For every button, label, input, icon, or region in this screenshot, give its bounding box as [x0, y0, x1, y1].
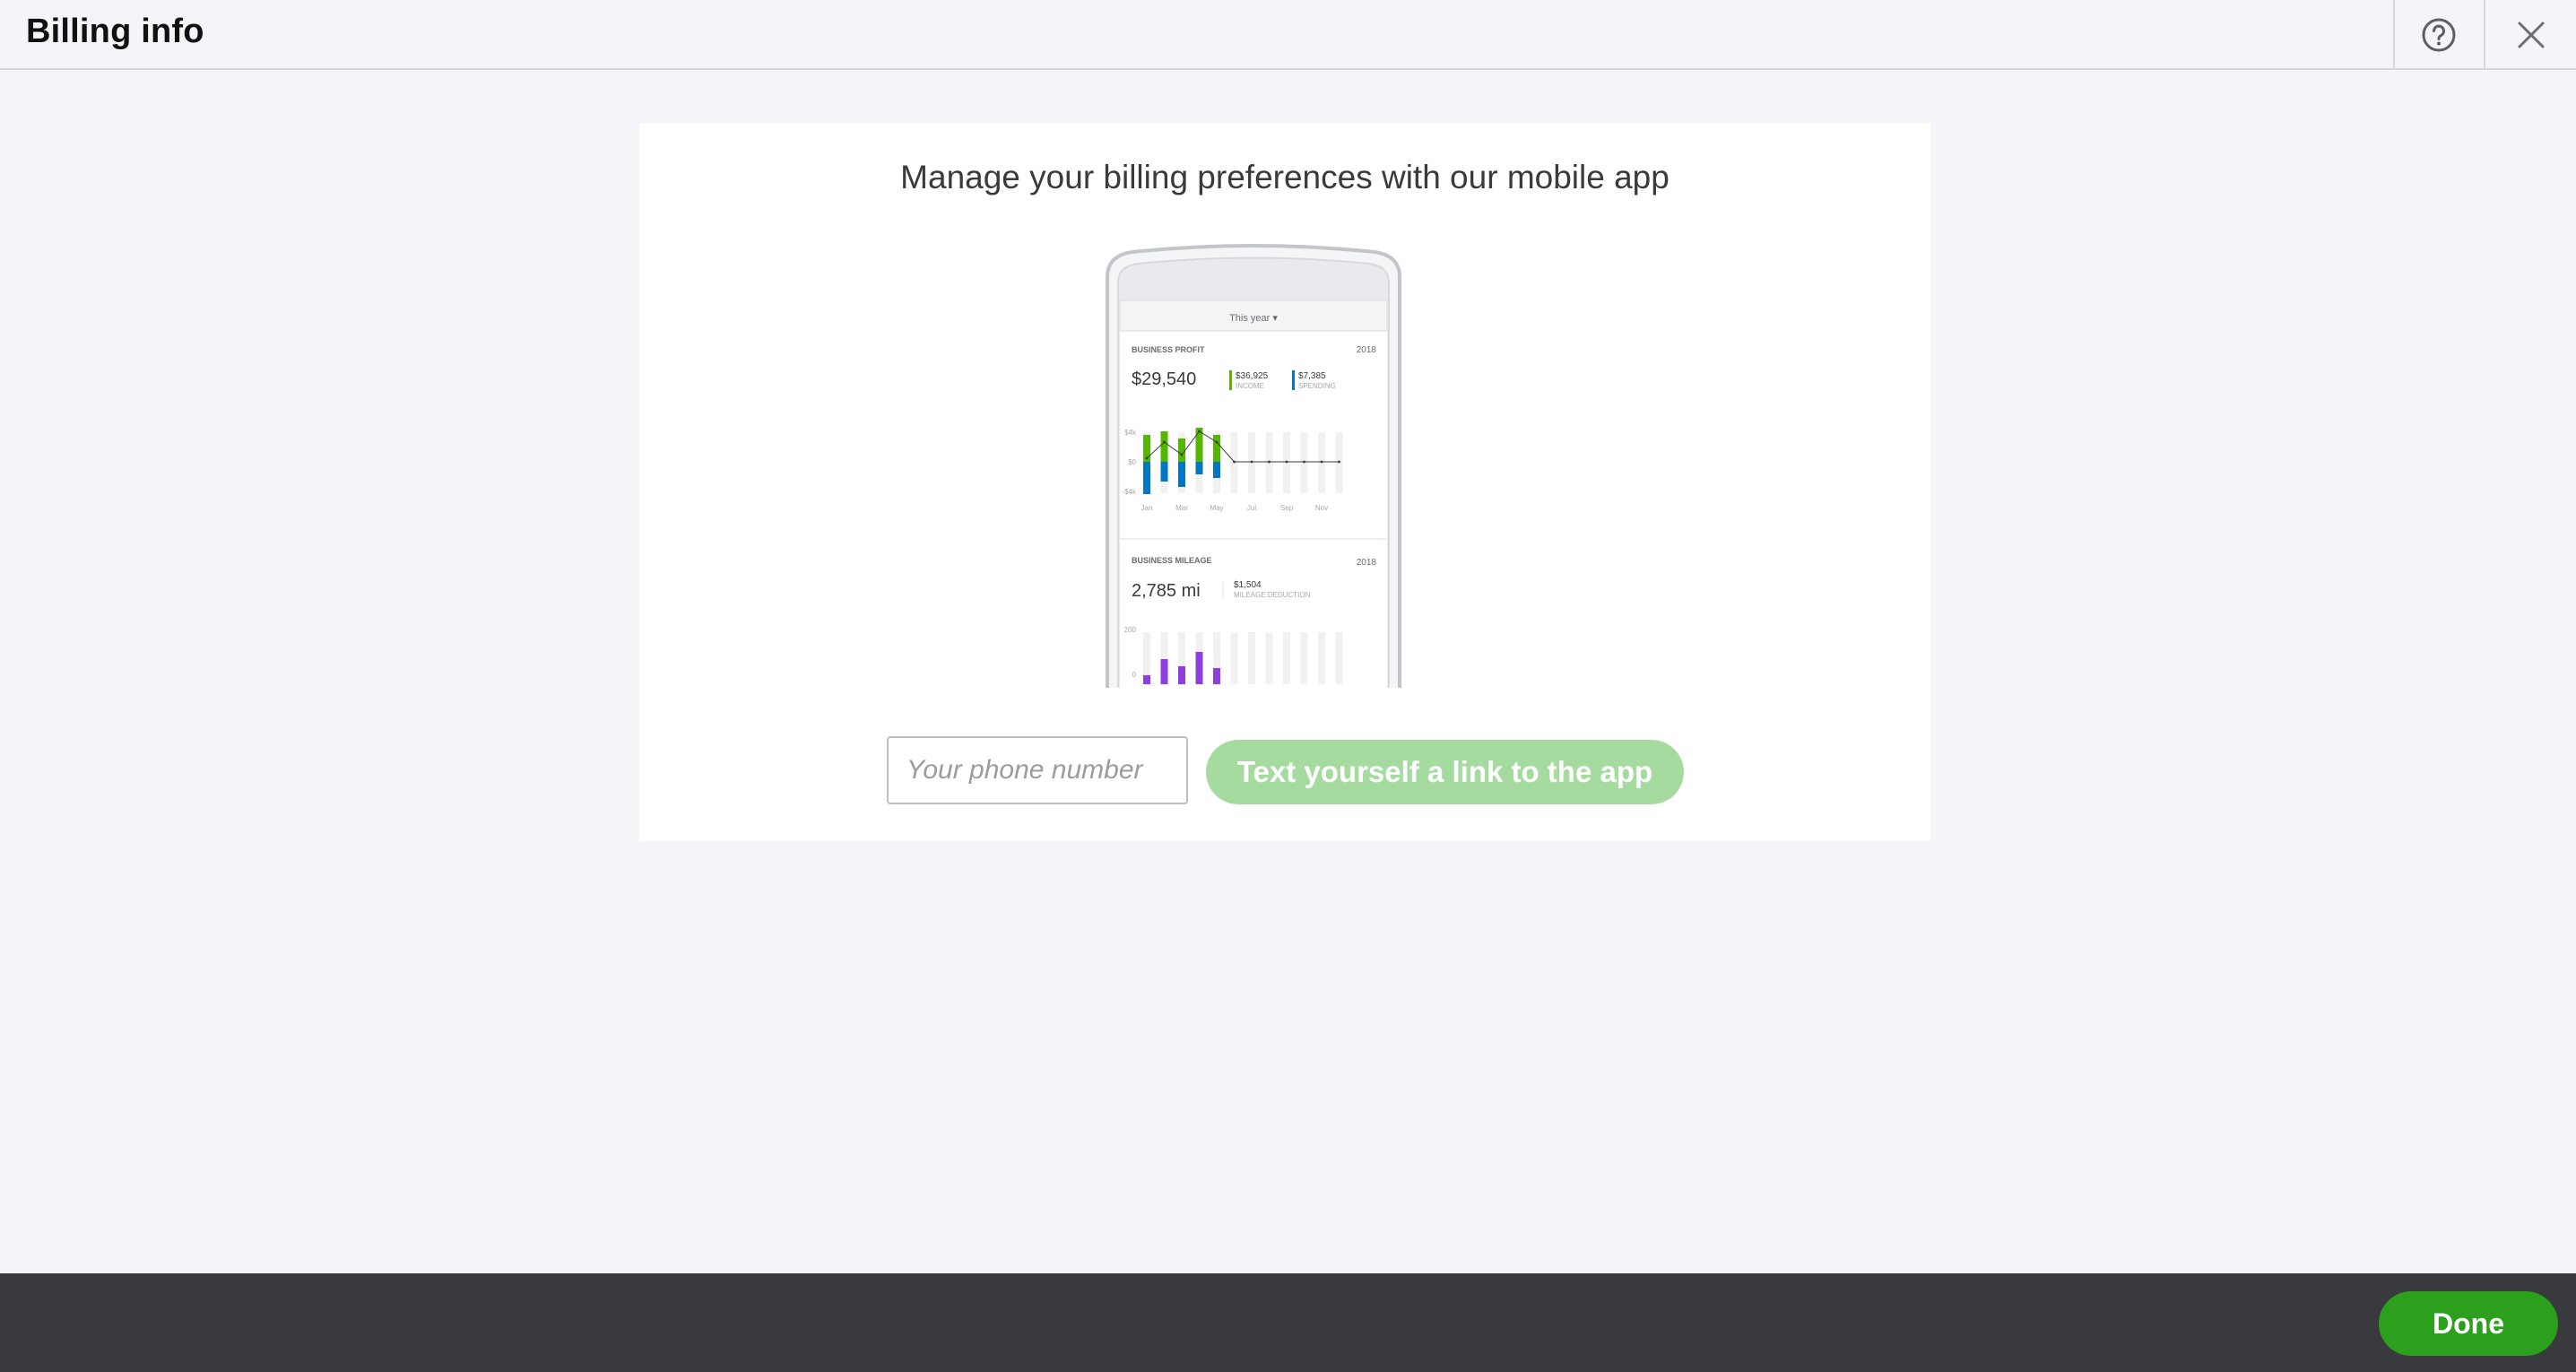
- mileage-year: 2018: [1357, 558, 1377, 568]
- mileage-ytick: 0: [1132, 671, 1137, 679]
- deduction-amount: $1,504: [1234, 580, 1262, 590]
- help-button[interactable]: [2413, 9, 2465, 61]
- phone-number-input[interactable]: [887, 736, 1188, 804]
- spending-label: SPENDING: [1298, 382, 1336, 390]
- mileage-bg-bar: [1283, 632, 1290, 684]
- profit-xtick: Nov: [1315, 504, 1328, 512]
- income-amount: $36,925: [1236, 371, 1269, 381]
- profit-year: 2018: [1357, 345, 1377, 355]
- spending-amount: $7,385: [1298, 371, 1326, 381]
- mobile-app-promo-card: Manage your billing preferences with our…: [639, 123, 1930, 841]
- help-circle-icon: [2422, 18, 2456, 52]
- mileage-bg-bar: [1318, 632, 1325, 684]
- spending-bar: [1195, 462, 1203, 474]
- profit-ytick: $4k: [1124, 429, 1137, 437]
- income-bar: [1178, 439, 1185, 462]
- profit-xtick: Mar: [1175, 504, 1188, 512]
- period-selector: This year ▾: [1229, 313, 1278, 324]
- phone-mockup: This year ▾ BUSINESS PROFIT 2018 $29,540…: [1106, 239, 1401, 813]
- spending-bar: [1213, 462, 1220, 478]
- mileage-amount: 2,785 mi: [1132, 581, 1201, 601]
- profit-ytick: $0: [1128, 458, 1136, 466]
- profit-point: [1303, 460, 1305, 464]
- mileage-bg-bar: [1230, 632, 1238, 684]
- profit-xtick: Jul: [1247, 504, 1256, 512]
- profit-point: [1285, 460, 1288, 464]
- profit-point: [1233, 460, 1236, 464]
- mileage-bar: [1143, 675, 1150, 684]
- mileage-bg-bar: [1335, 632, 1343, 684]
- phone-illustration: This year ▾ BUSINESS PROFIT 2018 $29,540…: [1106, 244, 1401, 813]
- mileage-bg-bar: [1300, 632, 1308, 684]
- close-icon: [2518, 22, 2545, 48]
- income-bar: [1160, 431, 1168, 462]
- profit-xtick: Jan: [1141, 504, 1153, 512]
- spending-bar: [1143, 462, 1150, 494]
- text-app-link-button[interactable]: Text yourself a link to the app: [1206, 740, 1684, 804]
- close-button[interactable]: [2505, 9, 2557, 61]
- mileage-label: BUSINESS MILEAGE: [1132, 556, 1212, 565]
- profit-point: [1215, 440, 1219, 444]
- profit-point: [1268, 460, 1271, 464]
- profit-point: [1250, 460, 1253, 464]
- mileage-bg-bar: [1265, 632, 1273, 684]
- mileage-bar: [1160, 659, 1168, 684]
- profit-xtick: May: [1210, 504, 1223, 512]
- income-bar: [1213, 435, 1220, 462]
- mileage-bar: [1213, 668, 1220, 684]
- profit-label: BUSINESS PROFIT: [1132, 345, 1205, 354]
- header-divider: [2484, 0, 2485, 68]
- done-button[interactable]: Done: [2379, 1291, 2558, 1356]
- profit-ytick: -$4k: [1122, 488, 1137, 496]
- mileage-bar: [1178, 666, 1185, 684]
- profit-point: [1145, 456, 1149, 460]
- income-label: INCOME: [1236, 382, 1264, 390]
- header-bar: Billing info: [0, 0, 2576, 70]
- profit-point: [1198, 430, 1201, 433]
- mileage-bg-bar: [1248, 632, 1255, 684]
- mileage-ytick: 200: [1124, 626, 1137, 634]
- footer-bar: Done: [0, 1273, 2576, 1372]
- spending-bar: [1160, 462, 1168, 482]
- deduction-label: MILEAGE DEDUCTION: [1234, 591, 1311, 599]
- spending-bar: [1178, 462, 1185, 487]
- profit-xtick: Sep: [1280, 504, 1294, 512]
- profit-point: [1320, 460, 1323, 464]
- header-divider: [2393, 0, 2395, 68]
- profit-point: [1163, 440, 1166, 444]
- profit-point: [1180, 453, 1184, 456]
- page-title: Billing info: [26, 13, 204, 50]
- promo-headline: Manage your billing preferences with our…: [900, 159, 1670, 195]
- mileage-bar: [1195, 652, 1203, 684]
- profit-amount: $29,540: [1132, 369, 1196, 389]
- profit-point: [1338, 460, 1340, 464]
